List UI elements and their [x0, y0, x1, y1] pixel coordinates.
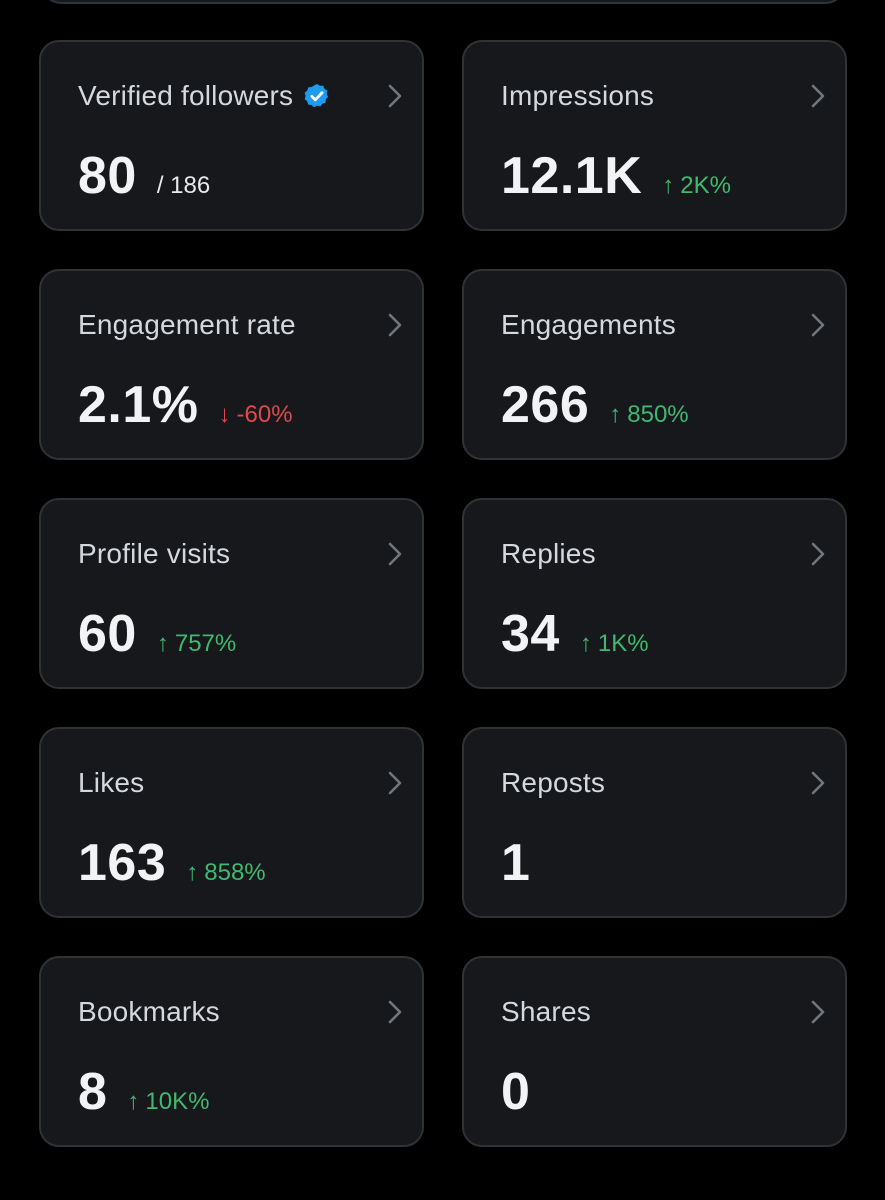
metric-value: 2.1% [78, 376, 199, 434]
metric-delta-value: 850% [627, 401, 689, 428]
metric-delta-value: 2K% [680, 172, 731, 199]
chevron-right-icon [388, 542, 402, 566]
metric-label: Profile visits [78, 538, 231, 569]
chevron-right-icon [811, 313, 825, 337]
arrow-up-icon: ↑ [579, 630, 592, 657]
metric-label: Likes [78, 767, 145, 798]
metric-value: 12.1K [501, 147, 643, 205]
metric-label: Engagement rate [78, 309, 296, 340]
arrow-down-icon: ↓ [218, 401, 231, 428]
metric-delta-value: 757% [174, 630, 237, 657]
metric-label: Reposts [501, 767, 606, 798]
metric-card-impressions[interactable]: Impressions 12.1K ↑ 2K% [462, 40, 847, 231]
verified-badge-icon [304, 83, 329, 107]
metric-label: Bookmarks [78, 996, 220, 1027]
arrow-up-icon: ↑ [156, 630, 169, 657]
metric-value: 80 [78, 147, 137, 205]
metric-label: Verified followers [78, 80, 294, 111]
metric-delta-value: 10K% [145, 1088, 210, 1115]
metric-card-reposts[interactable]: Reposts 1 [462, 727, 847, 918]
chevron-right-icon [811, 771, 825, 795]
previous-card-edge [40, 0, 847, 4]
metric-card-shares[interactable]: Shares 0 [462, 956, 847, 1147]
metrics-grid: Verified followers 80 / 186 Impressions … [39, 40, 847, 1147]
chevron-right-icon [388, 771, 402, 795]
metric-delta: ↑ 858% [186, 859, 265, 887]
metric-delta: ↑ 850% [609, 401, 688, 429]
metric-delta: ↑ 2K% [662, 172, 731, 200]
metric-delta-value: 1K% [597, 630, 649, 657]
chevron-right-icon [388, 84, 402, 108]
chevron-right-icon [388, 1000, 402, 1024]
metric-delta: ↑ 10K% [127, 1088, 209, 1116]
chevron-right-icon [388, 313, 402, 337]
arrow-up-icon: ↑ [127, 1088, 140, 1115]
metric-delta: ↓ -60% [219, 401, 293, 429]
metric-label: Engagements [501, 309, 676, 340]
metric-total: / 186 [156, 172, 211, 199]
metric-label: Shares [501, 996, 591, 1027]
metric-delta-value: -60% [236, 401, 293, 428]
arrow-up-icon: ↑ [662, 172, 675, 199]
metric-card-likes[interactable]: Likes 163 ↑ 858% [39, 727, 424, 918]
chevron-right-icon [811, 542, 825, 566]
metric-value: 8 [78, 1063, 108, 1121]
metric-value: 266 [501, 376, 590, 434]
metric-card-verified-followers[interactable]: Verified followers 80 / 186 [39, 40, 424, 231]
metric-value: 0 [501, 1063, 531, 1121]
arrow-up-icon: ↑ [609, 401, 622, 428]
metric-value: 34 [501, 605, 560, 663]
metric-card-bookmarks[interactable]: Bookmarks 8 ↑ 10K% [39, 956, 424, 1147]
metric-card-engagement-rate[interactable]: Engagement rate 2.1% ↓ -60% [39, 269, 424, 460]
metric-delta: ↑ 1K% [580, 630, 649, 658]
metric-delta: ↑ 757% [157, 630, 236, 658]
metric-value: 60 [78, 605, 137, 663]
metric-card-profile-visits[interactable]: Profile visits 60 ↑ 757% [39, 498, 424, 689]
arrow-up-icon: ↑ [186, 859, 199, 886]
metric-card-replies[interactable]: Replies 34 ↑ 1K% [462, 498, 847, 689]
metric-card-engagements[interactable]: Engagements 266 ↑ 850% [462, 269, 847, 460]
metric-value: 163 [78, 834, 167, 892]
chevron-right-icon [811, 1000, 825, 1024]
metric-label: Impressions [501, 80, 655, 111]
chevron-right-icon [811, 84, 825, 108]
metric-label: Replies [501, 538, 596, 569]
metric-delta-value: 858% [204, 859, 266, 886]
metric-value: 1 [501, 834, 531, 892]
